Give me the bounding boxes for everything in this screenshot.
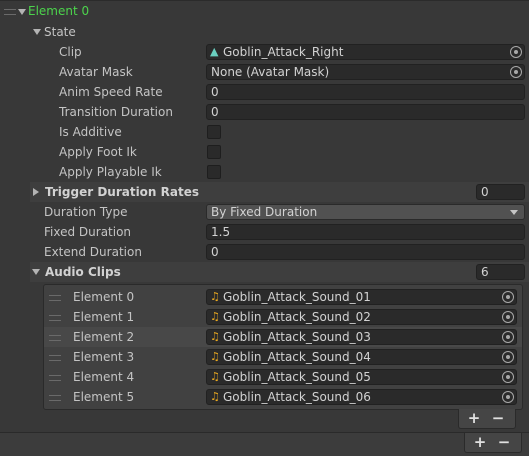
audio-clip-value: Goblin_Attack_Sound_05: [223, 370, 371, 384]
audio-clip-icon: ♫: [210, 350, 220, 363]
audio-clip-value: Goblin_Attack_Sound_06: [223, 390, 371, 404]
audio-clip-picker-icon[interactable]: [502, 391, 514, 403]
is-additive-label: Is Additive: [59, 125, 122, 139]
list-item[interactable]: Element 4 ♫ Goblin_Attack_Sound_05: [44, 367, 522, 387]
trigger-duration-rates-size-field[interactable]: 0: [476, 184, 525, 200]
outer-list-footer: + −: [464, 433, 522, 453]
clip-label: Clip: [59, 45, 82, 59]
audio-clip-field[interactable]: ♫ Goblin_Attack_Sound_02: [206, 309, 517, 325]
outer-list-footer-bg: [0, 433, 529, 456]
drag-handle-icon[interactable]: [49, 335, 61, 341]
list-item-label: Element 4: [73, 370, 135, 384]
audio-clip-value: Goblin_Attack_Sound_02: [223, 310, 371, 324]
audio-clip-field[interactable]: ♫ Goblin_Attack_Sound_06: [206, 389, 517, 405]
duration-type-value: By Fixed Duration: [211, 205, 318, 219]
audio-clip-picker-icon[interactable]: [502, 331, 514, 343]
element-foldout-icon[interactable]: [18, 9, 26, 15]
fixed-duration-field[interactable]: 1.5: [206, 224, 525, 240]
transition-duration-label: Transition Duration: [59, 105, 173, 119]
drag-handle-icon[interactable]: [49, 315, 61, 321]
chevron-down-icon: [510, 210, 518, 215]
audio-clip-value: Goblin_Attack_Sound_01: [223, 290, 371, 304]
duration-type-dropdown[interactable]: By Fixed Duration: [206, 204, 525, 220]
element-0-label[interactable]: Element 0: [28, 1, 89, 21]
list-item-label: Element 2: [73, 330, 135, 344]
duration-type-label: Duration Type: [44, 205, 128, 219]
audio-clip-icon: ♫: [210, 310, 220, 323]
audio-clip-icon: ♫: [210, 390, 220, 403]
animation-clip-icon: ▲: [210, 45, 219, 58]
state-label[interactable]: State: [44, 22, 76, 42]
transition-duration-field[interactable]: 0: [206, 104, 525, 120]
apply-foot-ik-label: Apply Foot Ik: [59, 145, 137, 159]
list-item-label: Element 1: [73, 310, 135, 324]
audio-clip-picker-icon[interactable]: [502, 371, 514, 383]
audio-clips-footer: + −: [458, 409, 516, 429]
trigger-duration-rates-label[interactable]: Trigger Duration Rates: [45, 182, 199, 202]
avatar-mask-picker-icon[interactable]: [510, 66, 522, 78]
clip-picker-icon[interactable]: [510, 46, 522, 58]
audio-clip-icon: ♫: [210, 370, 220, 383]
audio-clip-value: Goblin_Attack_Sound_04: [223, 350, 371, 364]
audio-clip-value: Goblin_Attack_Sound_03: [223, 330, 371, 344]
outer-remove-button[interactable]: −: [495, 433, 513, 451]
apply-playable-ik-checkbox[interactable]: [207, 165, 221, 179]
list-item[interactable]: Element 3 ♫ Goblin_Attack_Sound_04: [44, 347, 522, 367]
outer-add-button[interactable]: +: [471, 433, 489, 451]
avatar-mask-field[interactable]: None (Avatar Mask): [206, 64, 525, 80]
anim-speed-rate-field[interactable]: 0: [206, 84, 525, 100]
audio-clips-label[interactable]: Audio Clips: [45, 262, 121, 282]
audio-clip-picker-icon[interactable]: [502, 291, 514, 303]
drag-handle-icon[interactable]: [49, 375, 61, 381]
avatar-mask-value: None (Avatar Mask): [211, 65, 330, 79]
list-item-label: Element 3: [73, 350, 135, 364]
audio-clip-icon: ♫: [210, 330, 220, 343]
list-item[interactable]: Element 0 ♫ Goblin_Attack_Sound_01: [44, 287, 522, 307]
state-foldout-icon[interactable]: [33, 29, 41, 35]
list-item[interactable]: Element 5 ♫ Goblin_Attack_Sound_06: [44, 387, 522, 407]
is-additive-checkbox[interactable]: [207, 125, 221, 139]
audio-clips-add-button[interactable]: +: [465, 409, 483, 427]
clip-value: Goblin_Attack_Right: [223, 45, 344, 59]
audio-clips-size-field[interactable]: 6: [476, 264, 525, 280]
audio-clip-field[interactable]: ♫ Goblin_Attack_Sound_01: [206, 289, 517, 305]
avatar-mask-label: Avatar Mask: [59, 65, 133, 79]
clip-field[interactable]: ▲ Goblin_Attack_Right: [206, 44, 525, 60]
audio-clip-field[interactable]: ♫ Goblin_Attack_Sound_05: [206, 369, 517, 385]
audio-clips-remove-button[interactable]: −: [489, 409, 507, 427]
audio-clip-icon: ♫: [210, 290, 220, 303]
audio-clip-field[interactable]: ♫ Goblin_Attack_Sound_04: [206, 349, 517, 365]
apply-foot-ik-checkbox[interactable]: [207, 145, 221, 159]
extend-duration-label: Extend Duration: [44, 245, 142, 259]
audio-clip-picker-icon[interactable]: [502, 351, 514, 363]
trigger-duration-rates-foldout-icon[interactable]: [33, 188, 39, 196]
list-item-label: Element 0: [73, 290, 135, 304]
anim-speed-rate-label: Anim Speed Rate: [59, 85, 163, 99]
extend-duration-field[interactable]: 0: [206, 244, 525, 260]
apply-playable-ik-label: Apply Playable Ik: [59, 165, 162, 179]
element-drag-handle[interactable]: [4, 9, 16, 15]
audio-clip-field[interactable]: ♫ Goblin_Attack_Sound_03: [206, 329, 517, 345]
drag-handle-icon[interactable]: [49, 355, 61, 361]
audio-clip-picker-icon[interactable]: [502, 311, 514, 323]
list-item[interactable]: Element 2 ♫ Goblin_Attack_Sound_03: [44, 327, 522, 347]
list-item-label: Element 5: [73, 390, 135, 404]
drag-handle-icon[interactable]: [49, 395, 61, 401]
list-item[interactable]: Element 1 ♫ Goblin_Attack_Sound_02: [44, 307, 522, 327]
fixed-duration-label: Fixed Duration: [44, 225, 132, 239]
drag-handle-icon[interactable]: [49, 295, 61, 301]
audio-clips-foldout-icon[interactable]: [32, 269, 40, 275]
